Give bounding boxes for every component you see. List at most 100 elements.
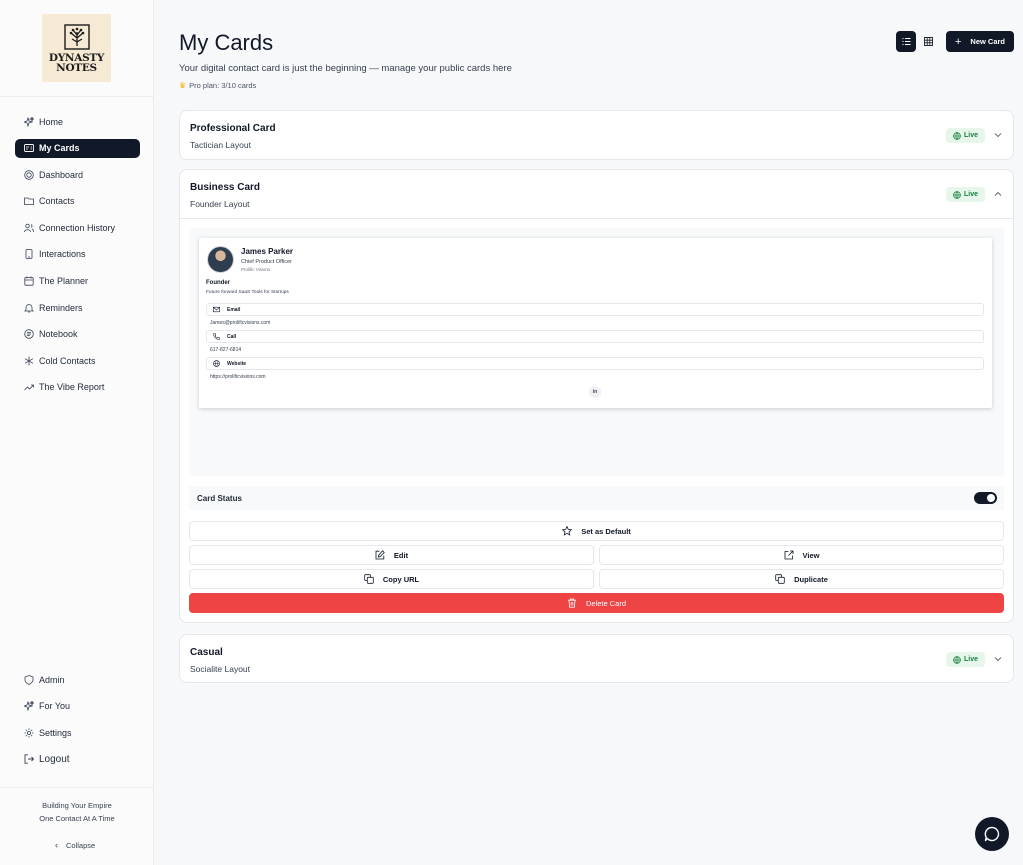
plan-label: Pro plan: 3/10 cards — [189, 81, 257, 90]
bell-icon — [24, 303, 34, 313]
website-value: https://prolificvisions.com — [210, 374, 266, 380]
sidebar-item-vibe-report[interactable]: The Vibe Report — [15, 378, 140, 397]
chevron-down-icon[interactable] — [992, 129, 1004, 141]
sidebar-nav: Home My Cards Dashboard Contacts Connect… — [15, 112, 140, 405]
list-view-button[interactable] — [896, 31, 916, 52]
status-badge: Live — [946, 652, 985, 667]
sidebar-item-label: Notebook — [39, 329, 78, 340]
sidebar-item-label: Logout — [39, 753, 70, 765]
view-label: View — [802, 550, 820, 560]
globe-icon — [953, 190, 961, 199]
card-status-label: Card Status — [197, 494, 242, 503]
email-row[interactable]: Email — [206, 303, 984, 316]
delete-card-button[interactable]: Delete Card — [189, 593, 1004, 613]
card-divider — [180, 218, 1013, 219]
sidebar-tagline: Building Your Empire One Contact At A Ti… — [0, 800, 154, 825]
card-status-row: Card Status — [189, 486, 1004, 510]
grid-view-button[interactable] — [918, 31, 938, 52]
call-row[interactable]: Call — [206, 330, 984, 343]
sidebar-item-label: The Vibe Report — [39, 382, 105, 393]
chevron-down-icon[interactable] — [992, 653, 1004, 665]
plan-info: ♛ Pro plan: 3/10 cards — [179, 81, 256, 90]
sidebar-item-settings[interactable]: Settings — [15, 723, 140, 742]
card-name: Professional Card — [190, 123, 276, 134]
new-card-button[interactable]: + New Card — [946, 31, 1014, 52]
card-preview: James Parker Chief Product Officer Proli… — [199, 238, 992, 408]
sidebar-item-cold-contacts[interactable]: Cold Contacts — [15, 351, 140, 370]
sidebar-item-connection-history[interactable]: Connection History — [15, 218, 140, 237]
sidebar-item-interactions[interactable]: Interactions — [15, 245, 140, 264]
duplicate-button[interactable]: Duplicate — [599, 569, 1004, 589]
preview-company: Prolific Visions — [241, 267, 271, 272]
linkedin-icon[interactable]: in — [589, 386, 601, 398]
sidebar-item-label: Dashboard — [39, 169, 84, 180]
sidebar-item-reminders[interactable]: Reminders — [15, 298, 140, 317]
sparkle-icon — [24, 116, 34, 127]
sidebar-item-notebook[interactable]: Notebook — [15, 325, 140, 344]
sidebar-item-label: Interactions — [39, 249, 86, 260]
status-label: Live — [963, 656, 978, 663]
sidebar-item-home[interactable]: Home — [15, 112, 140, 131]
website-row[interactable]: Website — [206, 357, 984, 370]
email-value: James@prolificvisions.com — [210, 320, 271, 326]
card-name: Casual — [190, 647, 223, 658]
chat-button[interactable] — [975, 817, 1009, 851]
star-icon — [562, 526, 573, 536]
sidebar-item-planner[interactable]: The Planner — [15, 272, 140, 291]
sidebar-item-label: Home — [39, 116, 64, 127]
sparkle-icon — [24, 701, 34, 712]
brand-line2: NOTES — [56, 61, 97, 74]
card-item: Business Card Founder Layout Live James … — [179, 169, 1014, 623]
calendar-icon — [24, 276, 34, 286]
card-header[interactable]: Professional Card Tactician Layout Live — [180, 111, 1013, 160]
page-subtitle: Your digital contact card is just the be… — [179, 63, 512, 74]
collapse-sidebar-button[interactable]: ‹ Collapse — [55, 840, 95, 850]
card-header[interactable]: Business Card Founder Layout Live — [180, 170, 1013, 219]
sidebar-item-logout[interactable]: Logout — [15, 750, 140, 769]
notebook-icon — [24, 329, 34, 339]
sidebar-item-for-you[interactable]: For You — [15, 697, 140, 716]
status-label: Live — [963, 191, 978, 198]
sidebar-item-contacts[interactable]: Contacts — [15, 192, 140, 211]
card-status-toggle[interactable] — [974, 492, 997, 504]
set-default-button[interactable]: Set as Default — [189, 521, 1004, 541]
view-button[interactable]: View — [599, 545, 1004, 565]
sidebar-item-my-cards[interactable]: My Cards — [15, 138, 140, 158]
delete-card-label: Delete Card — [585, 598, 627, 608]
preview-name: James Parker — [241, 247, 294, 256]
card-layout: Founder Layout — [190, 199, 250, 209]
sidebar-divider — [0, 96, 154, 97]
preview-role: Chief Product Officer — [241, 259, 292, 265]
globe-icon — [213, 360, 220, 367]
sidebar-item-label: My Cards — [39, 143, 80, 154]
sidebar-item-label: Reminders — [39, 302, 83, 313]
tagline-line1: Building Your Empire — [42, 801, 112, 810]
card-layout: Socialite Layout — [190, 664, 251, 674]
card-item: Professional Card Tactician Layout Live — [179, 110, 1014, 160]
sidebar-item-admin[interactable]: Admin — [15, 670, 140, 689]
copy-url-label: Copy URL — [382, 574, 420, 584]
sidebar-item-dashboard[interactable]: Dashboard — [15, 165, 140, 184]
edit-label: Edit — [393, 550, 409, 560]
card-layout: Tactician Layout — [190, 140, 251, 150]
chevron-left-icon: ‹ — [55, 840, 58, 850]
card-preview-area: James Parker Chief Product Officer Proli… — [189, 228, 1004, 476]
brand-logo[interactable]: DYNASTY NOTES — [42, 14, 111, 82]
call-value: 617-827-6814 — [210, 347, 242, 353]
edit-button[interactable]: Edit — [189, 545, 594, 565]
folder-icon — [24, 197, 34, 206]
phone-icon — [25, 249, 33, 260]
card-header[interactable]: Casual Socialite Layout Live — [180, 635, 1013, 684]
call-label: Call — [227, 333, 237, 340]
duplicate-icon — [775, 574, 785, 584]
sidebar: DYNASTY NOTES Home My Cards Dashboard Co… — [0, 0, 154, 865]
chevron-up-icon[interactable] — [992, 188, 1004, 200]
copy-url-button[interactable]: Copy URL — [189, 569, 594, 589]
sidebar-bottom-nav: Admin For You Settings Logout — [15, 670, 140, 776]
new-card-label: New Card — [970, 37, 1006, 46]
logout-icon — [24, 754, 34, 764]
preview-heading: Founder — [206, 280, 230, 286]
plus-icon: + — [954, 35, 962, 48]
trash-icon — [567, 598, 576, 608]
snowflake-icon — [24, 356, 34, 366]
